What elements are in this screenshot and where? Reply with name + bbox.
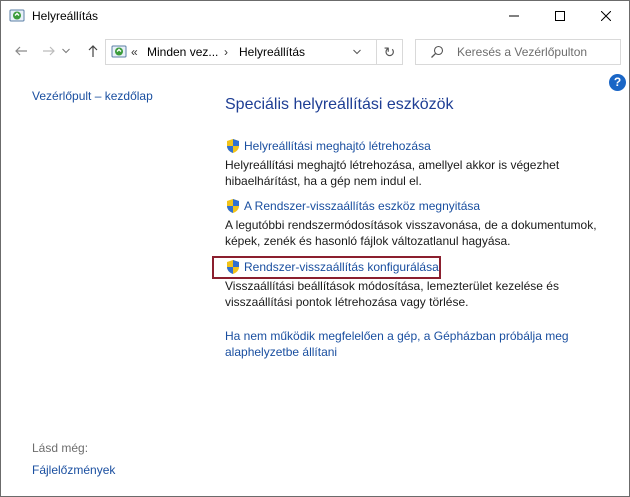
chevron-down-icon [62,48,70,54]
open-system-restore-link[interactable]: A Rendszer-visszaállítás eszköz megnyitá… [244,199,480,213]
navigation-bar: « Minden vez... › Helyreállítás ↻ Keresé… [1,31,629,71]
create-recovery-drive-link[interactable]: Helyreállítási meghajtó létrehozása [244,139,431,153]
recovery-option: Helyreállítási meghajtó létrehozása Hely… [225,138,615,189]
search-icon [430,45,446,61]
window-title: Helyreállítás [32,9,99,23]
arrow-left-icon [15,46,27,56]
minimize-button[interactable] [491,1,537,31]
page-title: Speciális helyreállítási eszközök [225,96,454,113]
breadcrumb-separator[interactable]: › [224,45,228,59]
shield-icon [225,138,241,154]
file-history-link[interactable]: Fájlelőzmények [32,463,115,477]
address-history-button[interactable] [346,40,368,64]
back-button[interactable] [11,40,31,62]
arrow-right-icon [43,46,55,56]
close-icon [601,11,611,21]
up-button[interactable] [83,40,103,62]
refresh-icon: ↻ [383,43,396,60]
shield-icon [225,198,241,214]
breadcrumb-recovery[interactable]: Helyreállítás [239,45,305,59]
configure-system-restore-description: Visszaállítási beállítások módosítása, l… [225,279,559,309]
chevron-down-icon [353,49,361,55]
maximize-button[interactable] [537,1,583,31]
recent-locations-button[interactable] [59,40,73,62]
forward-button[interactable] [39,40,59,62]
recovery-app-icon [9,8,25,24]
create-recovery-drive-description: Helyreállítási meghajtó létrehozása, ame… [225,158,560,188]
reset-pc-link[interactable]: Ha nem működik megfelelően a gép, a Géph… [225,328,585,360]
search-box[interactable]: Keresés a Vezérlőpulton [415,39,621,65]
breadcrumb-all-items[interactable]: Minden vez... [147,45,218,59]
recovery-option: Rendszer-visszaállítás konfigurálása Vis… [225,259,615,310]
maximize-icon [555,11,565,21]
control-panel-icon [111,44,127,60]
configure-system-restore-link[interactable]: Rendszer-visszaállítás konfigurálása [244,260,439,274]
refresh-button[interactable]: ↻ [376,40,402,64]
search-placeholder: Keresés a Vezérlőpulton [457,45,588,59]
title-bar: Helyreállítás [1,1,629,31]
minimize-icon [509,15,519,17]
help-button[interactable]: ? [609,74,626,91]
recovery-window: Helyreállítás « Minden vez... › Helyreál… [0,0,630,497]
address-bar[interactable]: « Minden vez... › Helyreállítás ↻ [105,39,403,65]
arrow-up-icon [88,45,98,57]
shield-icon [225,259,241,275]
control-panel-home-link[interactable]: Vezérlőpult – kezdőlap [32,89,153,103]
close-button[interactable] [583,1,629,31]
recovery-option: A Rendszer-visszaállítás eszköz megnyitá… [225,198,615,249]
breadcrumb-overflow[interactable]: « [131,45,138,59]
open-system-restore-description: A legutóbbi rendszermódosítások visszavo… [225,218,597,248]
see-also-label: Lásd még: [32,441,89,455]
